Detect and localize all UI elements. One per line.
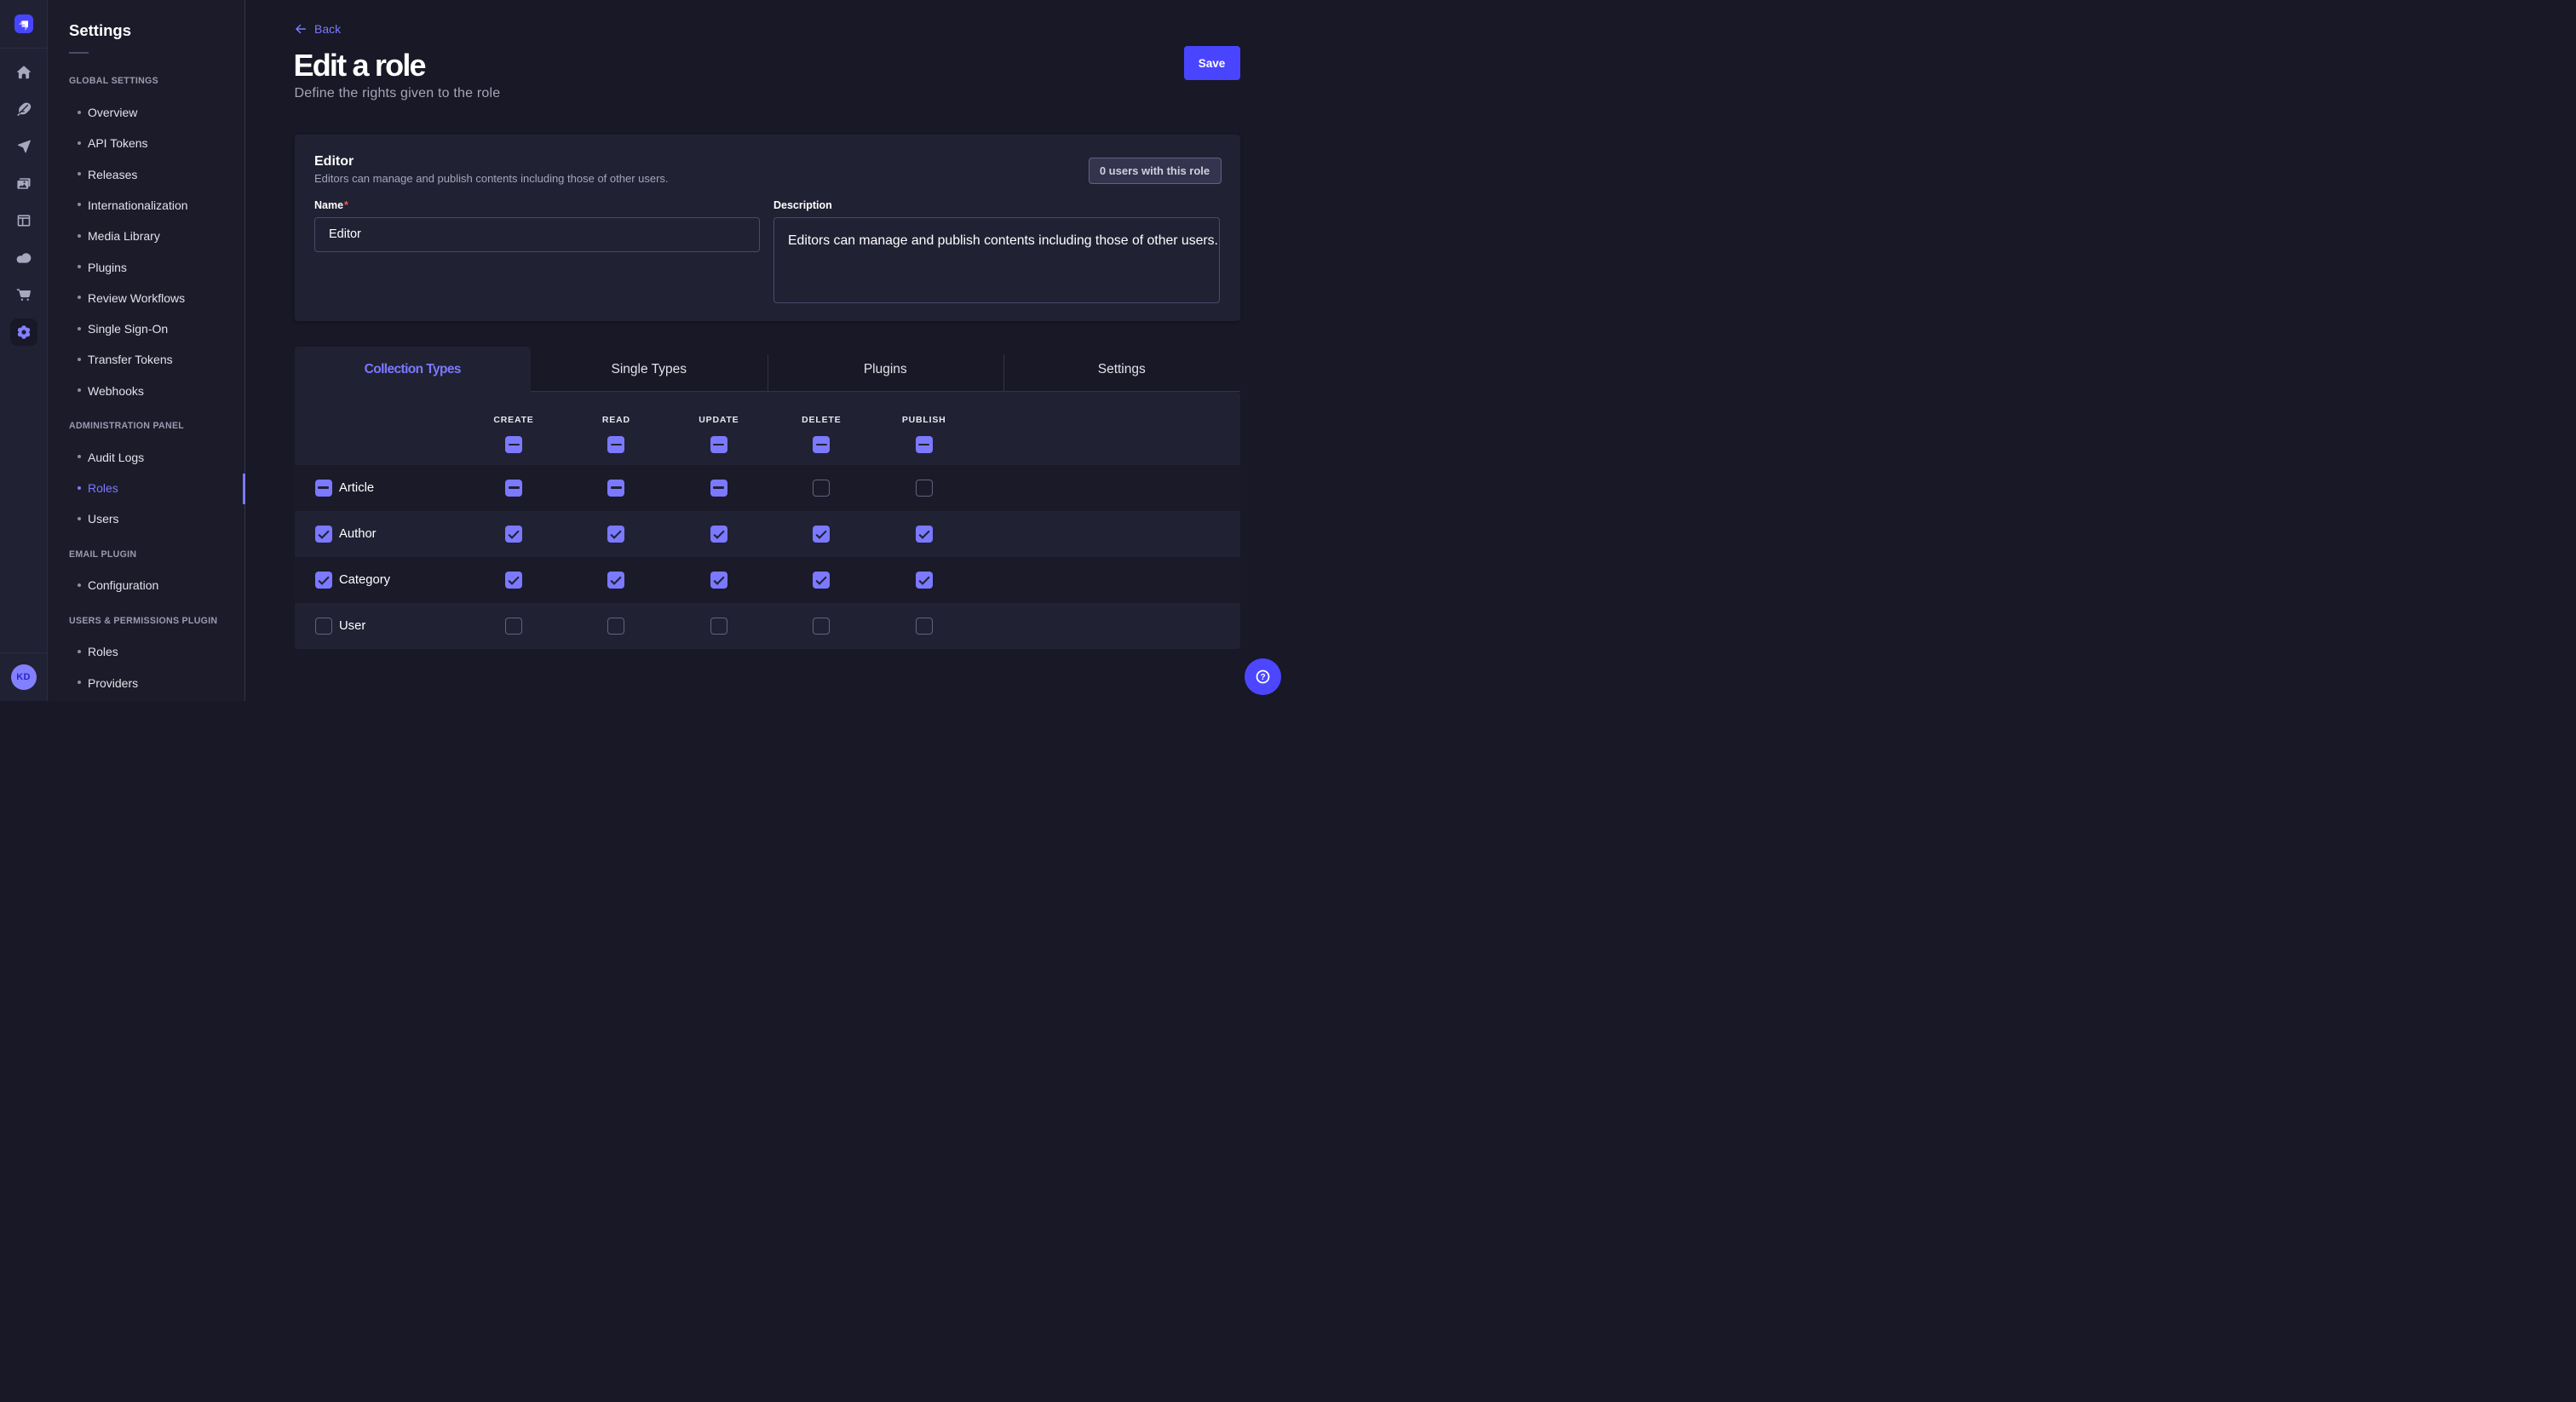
- svg-text:?: ?: [1260, 673, 1265, 682]
